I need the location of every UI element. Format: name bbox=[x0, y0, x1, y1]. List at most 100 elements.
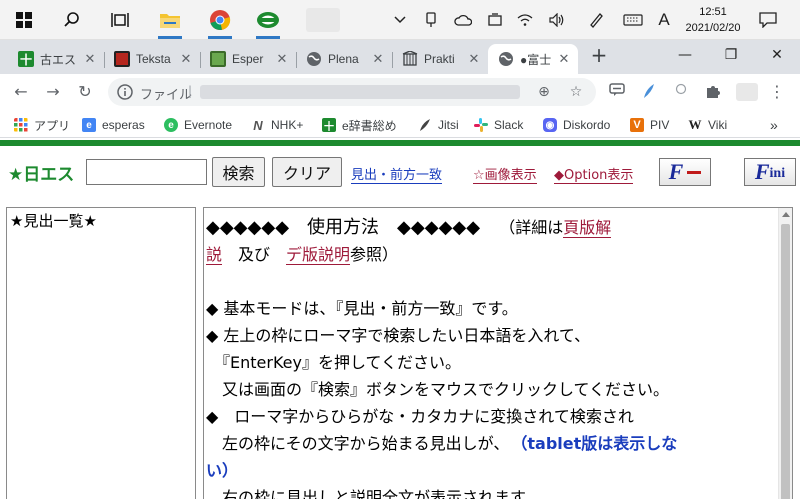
clear-button[interactable]: クリア bbox=[272, 157, 342, 187]
clock-time: 12:51 bbox=[699, 6, 727, 18]
bookmark-esperas[interactable]: e esperas bbox=[82, 116, 145, 134]
close-icon[interactable]: ✕ bbox=[466, 51, 482, 67]
green-app-icon[interactable] bbox=[248, 4, 288, 39]
close-icon[interactable]: ✕ bbox=[370, 51, 386, 67]
onedrive-cloud-icon[interactable] bbox=[452, 0, 474, 40]
page-version-link[interactable]: 頁版解 bbox=[563, 218, 612, 238]
ime-mode-indicator[interactable]: A bbox=[654, 0, 674, 40]
f-letter: F bbox=[754, 159, 770, 184]
scroll-up-arrow-icon[interactable] bbox=[782, 212, 790, 217]
tab-active-fuji[interactable]: ●富士 ✕ bbox=[488, 44, 578, 74]
pen-icon[interactable] bbox=[584, 0, 608, 40]
vertical-scrollbar[interactable] bbox=[778, 208, 792, 499]
bookmark-e-jisho[interactable]: 十 e辞書総め bbox=[322, 116, 397, 134]
bookmark-label: Evernote bbox=[184, 118, 233, 132]
search-mode-link[interactable]: 見出・前方一致 bbox=[351, 164, 443, 184]
tab-label: Esper bbox=[232, 52, 264, 66]
web-page: ★日エス 検索 クリア 見出・前方一致 ☆画像表示 ◆Option表示 F F … bbox=[0, 139, 800, 499]
bookmarks-bar: アプリ e esperas e Evernote N NHK+ 十 e辞書総め … bbox=[0, 110, 800, 138]
extensions-puzzle-icon[interactable] bbox=[704, 83, 722, 101]
blurred-app-icon[interactable] bbox=[306, 8, 340, 32]
info-icon[interactable] bbox=[116, 83, 134, 101]
image-display-link[interactable]: ☆画像表示 bbox=[473, 164, 537, 184]
url-text-redacted[interactable] bbox=[200, 85, 520, 99]
task-view-icon[interactable] bbox=[100, 4, 140, 36]
tray-overflow-icon[interactable] bbox=[390, 0, 410, 40]
bookmarks-overflow-button[interactable]: » bbox=[770, 116, 778, 134]
tab-plena[interactable]: Plena ✕ bbox=[296, 44, 392, 74]
bookmark-nhk-plus[interactable]: N NHK+ bbox=[251, 116, 303, 134]
profile-avatar[interactable] bbox=[736, 83, 758, 101]
extension-circle-icon[interactable] bbox=[672, 83, 690, 101]
tab-label: Prakti bbox=[424, 52, 455, 66]
search-icon[interactable] bbox=[52, 4, 92, 36]
headword-list-frame[interactable]: ★見出一覧★ bbox=[6, 207, 196, 499]
f-minus-button[interactable]: F bbox=[659, 158, 711, 186]
bookmark-viki[interactable]: W Viki bbox=[688, 116, 728, 134]
page-version-link-cont[interactable]: 説 bbox=[206, 245, 223, 265]
search-button[interactable]: 検索 bbox=[212, 157, 265, 187]
chrome-menu-icon[interactable]: ⋮ bbox=[768, 83, 786, 101]
forward-button[interactable]: → bbox=[40, 79, 66, 105]
option-display-link[interactable]: ◆Option表示 bbox=[554, 164, 634, 184]
tab-teksta[interactable]: Teksta ✕ bbox=[104, 44, 200, 74]
restore-button[interactable]: ❐ bbox=[708, 40, 754, 70]
bookmark-apps[interactable]: アプリ bbox=[14, 116, 70, 134]
zoom-icon[interactable]: ⊕ bbox=[534, 82, 554, 102]
close-icon[interactable]: ✕ bbox=[274, 51, 290, 67]
device-icon[interactable] bbox=[484, 0, 506, 40]
close-icon[interactable]: ✕ bbox=[556, 51, 572, 67]
reference-suffix: 参照） bbox=[350, 245, 399, 264]
close-icon[interactable]: ✕ bbox=[82, 51, 98, 67]
bookmark-label: PIV bbox=[650, 118, 670, 132]
usb-device-icon[interactable] bbox=[420, 0, 442, 40]
address-bar[interactable]: ファイル | ⊕ ☆ bbox=[108, 78, 596, 106]
tab-esper[interactable]: Esper ✕ bbox=[200, 44, 296, 74]
browser-toolbar: ← → ↻ ファイル | ⊕ ☆ ⋮ bbox=[0, 74, 800, 110]
bookmark-jitsi[interactable]: Jitsi bbox=[418, 116, 459, 134]
new-tab-button[interactable]: + bbox=[587, 44, 611, 68]
extension-chat-icon[interactable] bbox=[608, 83, 626, 101]
usage-line: 左の枠にその文字から始まる見出しが、 （tablet版は表示しな bbox=[206, 430, 772, 457]
tab-label: ●富士 bbox=[520, 52, 552, 67]
tab-prakti[interactable]: Prakti ✕ bbox=[392, 44, 488, 74]
detail-prefix: （詳細は bbox=[499, 218, 564, 237]
book-icon bbox=[210, 51, 226, 67]
f-letter: F bbox=[668, 159, 684, 184]
bookmark-label: NHK+ bbox=[271, 118, 304, 132]
bookmark-label: esperas bbox=[102, 118, 145, 132]
extension-feather-icon[interactable] bbox=[640, 83, 658, 101]
minus-icon bbox=[687, 170, 702, 174]
f-ini-button[interactable]: F ini bbox=[744, 158, 796, 186]
notification-icon[interactable] bbox=[756, 0, 780, 40]
back-button[interactable]: ← bbox=[8, 79, 34, 105]
bookmark-diskordo[interactable]: ◉ Diskordo bbox=[543, 116, 610, 134]
tab-ko-esu[interactable]: 十 古エス ✕ bbox=[8, 44, 104, 74]
bookmark-evernote[interactable]: e Evernote bbox=[164, 116, 232, 134]
tablet-note-cont: い） bbox=[206, 461, 239, 480]
taskbar-clock[interactable]: 12:51 2021/02/20 bbox=[672, 4, 754, 36]
globe-icon bbox=[499, 52, 513, 66]
window-close-button[interactable]: ✕ bbox=[754, 40, 800, 70]
bookmark-piv[interactable]: V PIV bbox=[630, 116, 669, 134]
wifi-icon[interactable] bbox=[514, 0, 536, 40]
search-input[interactable] bbox=[86, 159, 207, 185]
file-explorer-icon[interactable] bbox=[150, 4, 190, 39]
de-version-link[interactable]: デ版説明 bbox=[286, 245, 351, 265]
windows-start-icon[interactable] bbox=[4, 4, 44, 36]
chrome-icon[interactable] bbox=[200, 4, 240, 39]
tab-label: 古エス bbox=[40, 52, 77, 67]
reload-button[interactable]: ↻ bbox=[72, 79, 98, 105]
close-icon[interactable]: ✕ bbox=[178, 51, 194, 67]
bookmark-slack[interactable]: Slack bbox=[474, 116, 523, 134]
description-frame[interactable]: ◆◆◆◆◆◆ 使用方法 ◆◆◆◆◆◆ （詳細は頁版解 説 及び デ版説明参照） … bbox=[203, 207, 793, 499]
volume-icon[interactable] bbox=[546, 0, 568, 40]
bookmark-star-icon[interactable]: ☆ bbox=[566, 82, 586, 102]
scroll-thumb[interactable] bbox=[781, 224, 790, 499]
touch-keyboard-icon[interactable] bbox=[620, 0, 646, 40]
and-text: 及び bbox=[222, 245, 287, 264]
minimize-button[interactable]: — bbox=[662, 40, 708, 70]
bookmark-label: Jitsi bbox=[438, 118, 459, 132]
tablet-note: （tablet版は表示しな bbox=[519, 434, 678, 453]
